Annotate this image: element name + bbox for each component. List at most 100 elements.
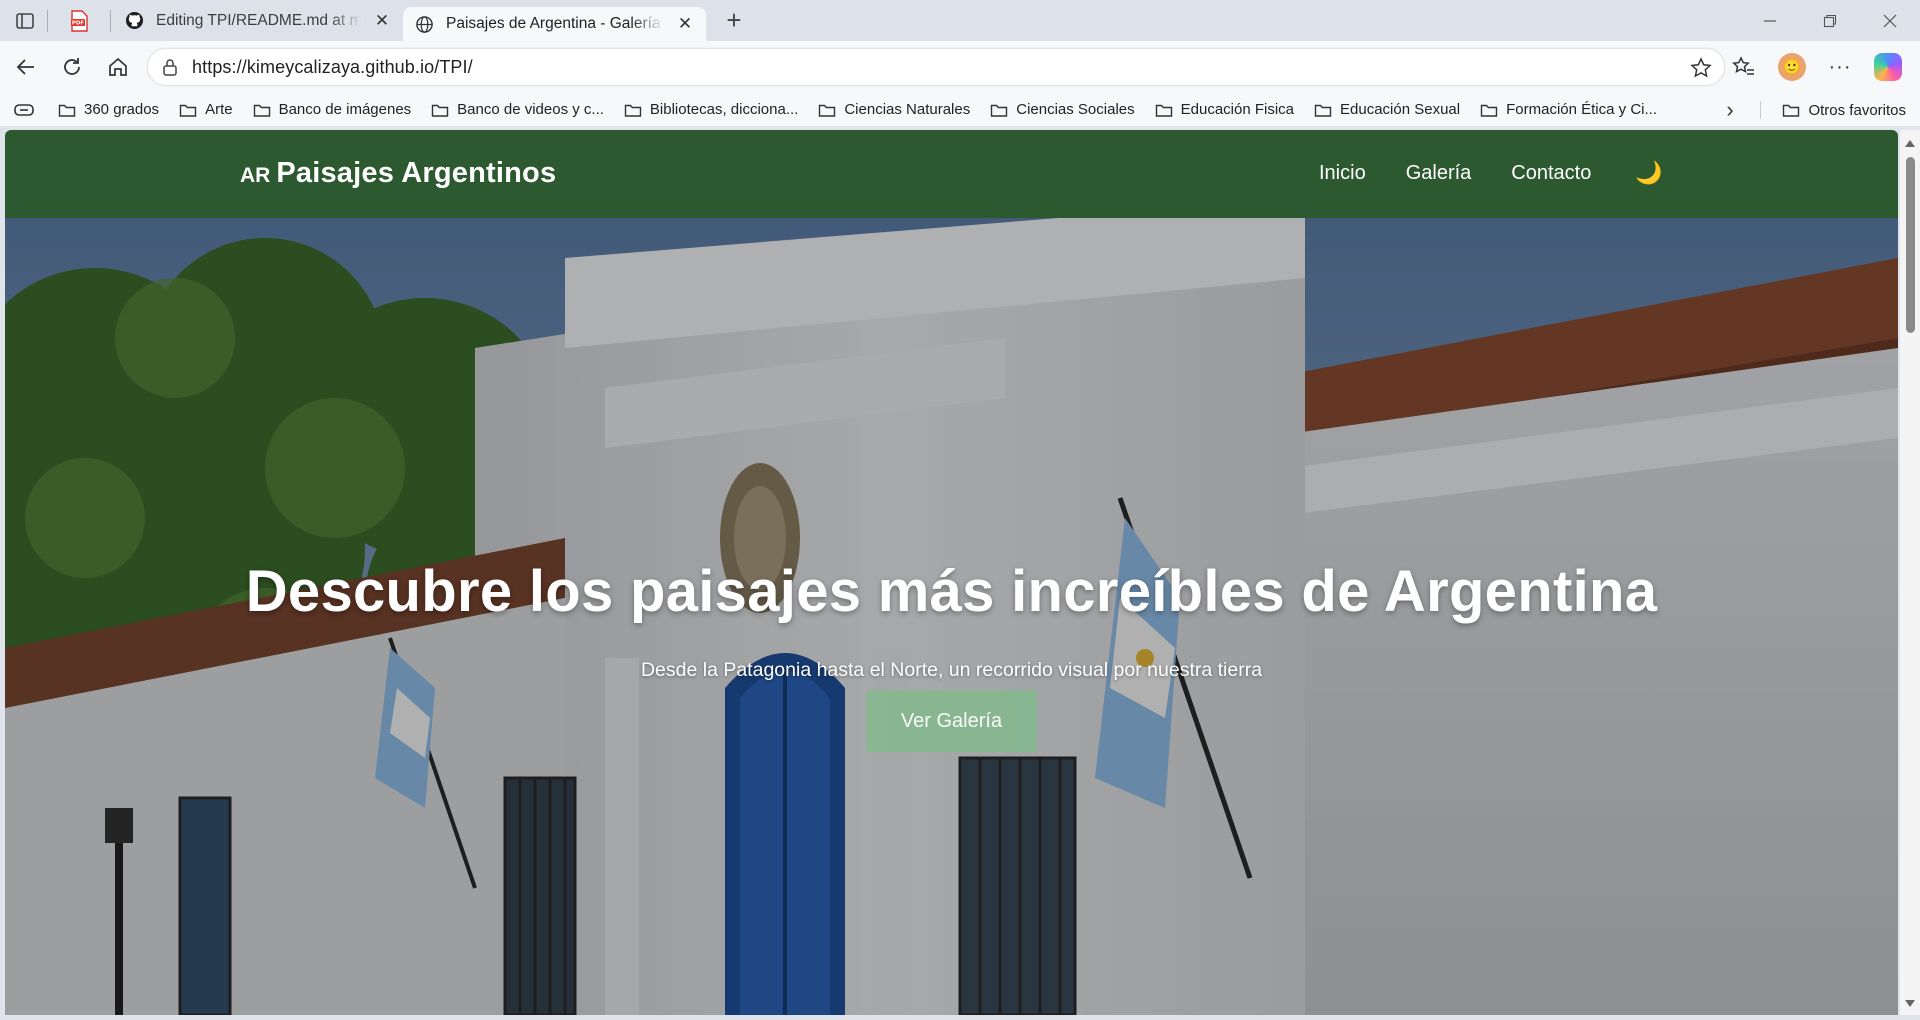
scrollbar-thumb[interactable] bbox=[1906, 157, 1915, 333]
tab-separator bbox=[110, 9, 111, 32]
bookmark-list: 360 grados Arte Banco de imágenes Banco de … bbox=[48, 96, 1667, 124]
github-icon bbox=[125, 11, 144, 30]
collections-button[interactable] bbox=[4, 95, 44, 125]
bookmark-label: Bibliotecas, dicciona... bbox=[649, 101, 799, 118]
site-logo[interactable]: AR Paisajes Argentinos bbox=[240, 157, 556, 190]
sidebar-toggle-button[interactable] bbox=[5, 5, 45, 37]
close-window-button[interactable] bbox=[1860, 0, 1920, 41]
globe-icon bbox=[416, 15, 433, 33]
svg-text:PDF: PDF bbox=[72, 20, 85, 26]
close-tab-icon[interactable]: ✕ bbox=[676, 14, 694, 33]
home-button[interactable] bbox=[96, 47, 140, 87]
hero-content: Descubre los paisajes más increíbles de … bbox=[5, 558, 1898, 752]
folder-icon bbox=[58, 104, 76, 117]
site-header: AR Paisajes Argentinos Inicio Galería Co… bbox=[5, 130, 1898, 218]
star-icon bbox=[1690, 57, 1712, 78]
folder-icon bbox=[1155, 104, 1172, 117]
reload-button[interactable] bbox=[50, 47, 94, 87]
sidebar-icon bbox=[16, 12, 34, 29]
minimize-button[interactable] bbox=[1740, 0, 1800, 41]
bookmarks-bar: 360 grados Arte Banco de imágenes Banco de … bbox=[0, 93, 1920, 127]
window-controls bbox=[1740, 0, 1920, 41]
favorite-button[interactable] bbox=[1690, 57, 1712, 83]
site-info-icon[interactable] bbox=[162, 58, 178, 76]
bookmark-folder[interactable]: Ciencias Naturales bbox=[808, 96, 980, 124]
tab-paisajes-active[interactable]: Paisajes de Argentina - Galería Interact… bbox=[403, 7, 706, 41]
hero-subtitle: Desde la Patagonia hasta el Norte, un re… bbox=[640, 659, 1263, 681]
bookmark-folder[interactable]: Formación Ética y Ci... bbox=[1470, 96, 1667, 124]
address-bar[interactable]: https://kimeycalizaya.github.io/TPI/ bbox=[147, 48, 1725, 86]
bookmark-folder[interactable]: 360 grados bbox=[48, 96, 169, 124]
tab-strip: PDF Editing TPI/README.md at main · kime… bbox=[0, 0, 1920, 41]
bookmark-label: Educación Sexual bbox=[1340, 101, 1461, 118]
folder-icon bbox=[1783, 104, 1800, 117]
tab-title: Paisajes de Argentina - Galería Interact… bbox=[446, 15, 664, 32]
back-button[interactable] bbox=[4, 47, 48, 87]
scroll-down-arrow-icon[interactable] bbox=[1905, 1000, 1915, 1007]
folder-icon bbox=[1480, 104, 1498, 117]
page-scrollbar[interactable] bbox=[1900, 130, 1920, 1015]
more-options-button[interactable]: ··· bbox=[1818, 47, 1862, 87]
restore-icon bbox=[1823, 14, 1837, 27]
bookmark-label: Formación Ética y Ci... bbox=[1506, 101, 1657, 118]
favorites-button[interactable] bbox=[1722, 47, 1766, 87]
folder-icon bbox=[819, 104, 836, 117]
collections-icon bbox=[14, 103, 34, 116]
bookmark-folder[interactable]: Banco de videos y c... bbox=[421, 96, 614, 124]
bookmark-label: Banco de videos y c... bbox=[457, 101, 604, 118]
bookmark-folder[interactable]: Educación Fisica bbox=[1145, 96, 1304, 124]
pdf-icon: PDF bbox=[71, 9, 88, 32]
tab-title: Editing TPI/README.md at main · kimeycal… bbox=[156, 11, 361, 29]
folder-icon bbox=[991, 104, 1008, 117]
url-text[interactable]: https://kimeycalizaya.github.io/TPI/ bbox=[192, 57, 473, 78]
profile-button[interactable]: 🙂 bbox=[1770, 47, 1814, 87]
tab-pdf[interactable]: PDF bbox=[50, 5, 108, 37]
bookmark-folder[interactable]: Banco de imágenes bbox=[243, 96, 422, 124]
more-bookmarks-chevron-icon[interactable]: › bbox=[1713, 95, 1747, 125]
toolbar-right: 🙂 ··· bbox=[1722, 47, 1910, 87]
browser-window: PDF Editing TPI/README.md at main · kime… bbox=[0, 0, 1920, 1020]
folder-icon bbox=[624, 104, 642, 117]
copilot-icon bbox=[1874, 53, 1902, 81]
restore-button[interactable] bbox=[1800, 0, 1860, 41]
folder-icon bbox=[431, 104, 449, 117]
minimize-icon bbox=[1764, 19, 1776, 22]
back-arrow-icon bbox=[16, 59, 34, 75]
site-nav: Inicio Galería Contacto 🌙 bbox=[1319, 160, 1663, 186]
scroll-up-arrow-icon[interactable] bbox=[1905, 140, 1915, 147]
close-tab-icon[interactable]: ✕ bbox=[373, 11, 391, 30]
folder-icon bbox=[179, 104, 197, 117]
tab-separator bbox=[47, 9, 48, 32]
nav-link-galeria[interactable]: Galería bbox=[1406, 162, 1472, 185]
other-favorites-folder[interactable]: Otros favoritos bbox=[1772, 96, 1916, 124]
bookmark-folder[interactable]: Educación Sexual bbox=[1304, 96, 1470, 124]
bookmark-folder[interactable]: Bibliotecas, dicciona... bbox=[614, 96, 808, 124]
home-icon bbox=[109, 57, 127, 76]
new-tab-button[interactable]: + bbox=[714, 5, 754, 37]
bookmark-label: Arte bbox=[205, 101, 233, 118]
bookmark-folder[interactable]: Ciencias Sociales bbox=[980, 96, 1144, 124]
close-icon bbox=[1883, 14, 1897, 27]
nav-link-inicio[interactable]: Inicio bbox=[1319, 162, 1366, 185]
bookmark-label: Educación Fisica bbox=[1180, 101, 1295, 118]
ellipsis-icon: ··· bbox=[1828, 55, 1852, 78]
brand-name: Paisajes Argentinos bbox=[276, 157, 557, 189]
folder-icon bbox=[253, 104, 270, 117]
hero-title: Descubre los paisajes más increíbles de … bbox=[245, 559, 1658, 624]
bookmark-label: Otros favoritos bbox=[1808, 101, 1906, 119]
favorites-list-icon bbox=[1732, 56, 1754, 75]
hero-section: Descubre los paisajes más increíbles de … bbox=[5, 218, 1898, 1015]
bookmark-folder[interactable]: Arte bbox=[169, 96, 243, 124]
bookmark-label: Ciencias Naturales bbox=[844, 101, 971, 118]
bookmark-label: Banco de imágenes bbox=[278, 101, 412, 118]
tab-github-readme[interactable]: Editing TPI/README.md at main · kimeycal… bbox=[113, 4, 403, 38]
reload-icon bbox=[64, 58, 80, 75]
nav-link-contacto[interactable]: Contacto bbox=[1511, 162, 1591, 185]
copilot-button[interactable] bbox=[1866, 47, 1910, 87]
page-viewport: AR Paisajes Argentinos Inicio Galería Co… bbox=[5, 130, 1898, 1015]
toolbar: https://kimeycalizaya.github.io/TPI/ 🙂 ·… bbox=[0, 41, 1920, 93]
avatar: 🙂 bbox=[1778, 53, 1806, 81]
bookmark-separator bbox=[1760, 101, 1761, 119]
ver-galeria-button[interactable]: Ver Galería bbox=[866, 690, 1037, 752]
moon-icon[interactable]: 🌙 bbox=[1635, 160, 1662, 186]
